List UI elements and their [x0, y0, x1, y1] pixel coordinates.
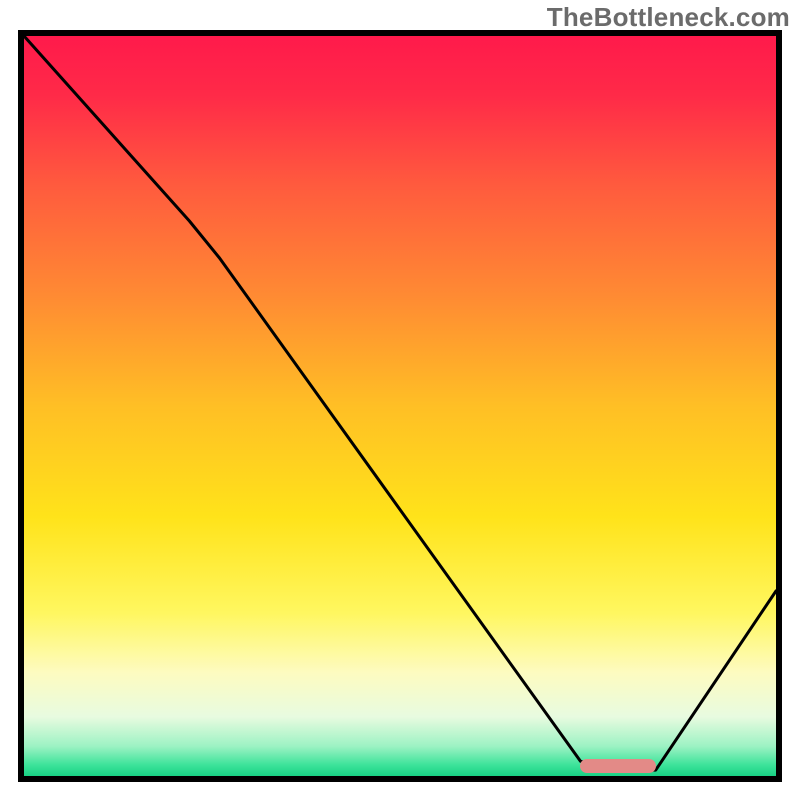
plot-area	[24, 36, 776, 776]
gradient-fill	[24, 36, 776, 776]
chart-svg	[24, 36, 776, 776]
watermark-text: TheBottleneck.com	[547, 2, 790, 33]
plot-border	[18, 30, 782, 782]
selected-range-marker	[580, 759, 655, 773]
chart-frame: TheBottleneck.com	[0, 0, 800, 800]
